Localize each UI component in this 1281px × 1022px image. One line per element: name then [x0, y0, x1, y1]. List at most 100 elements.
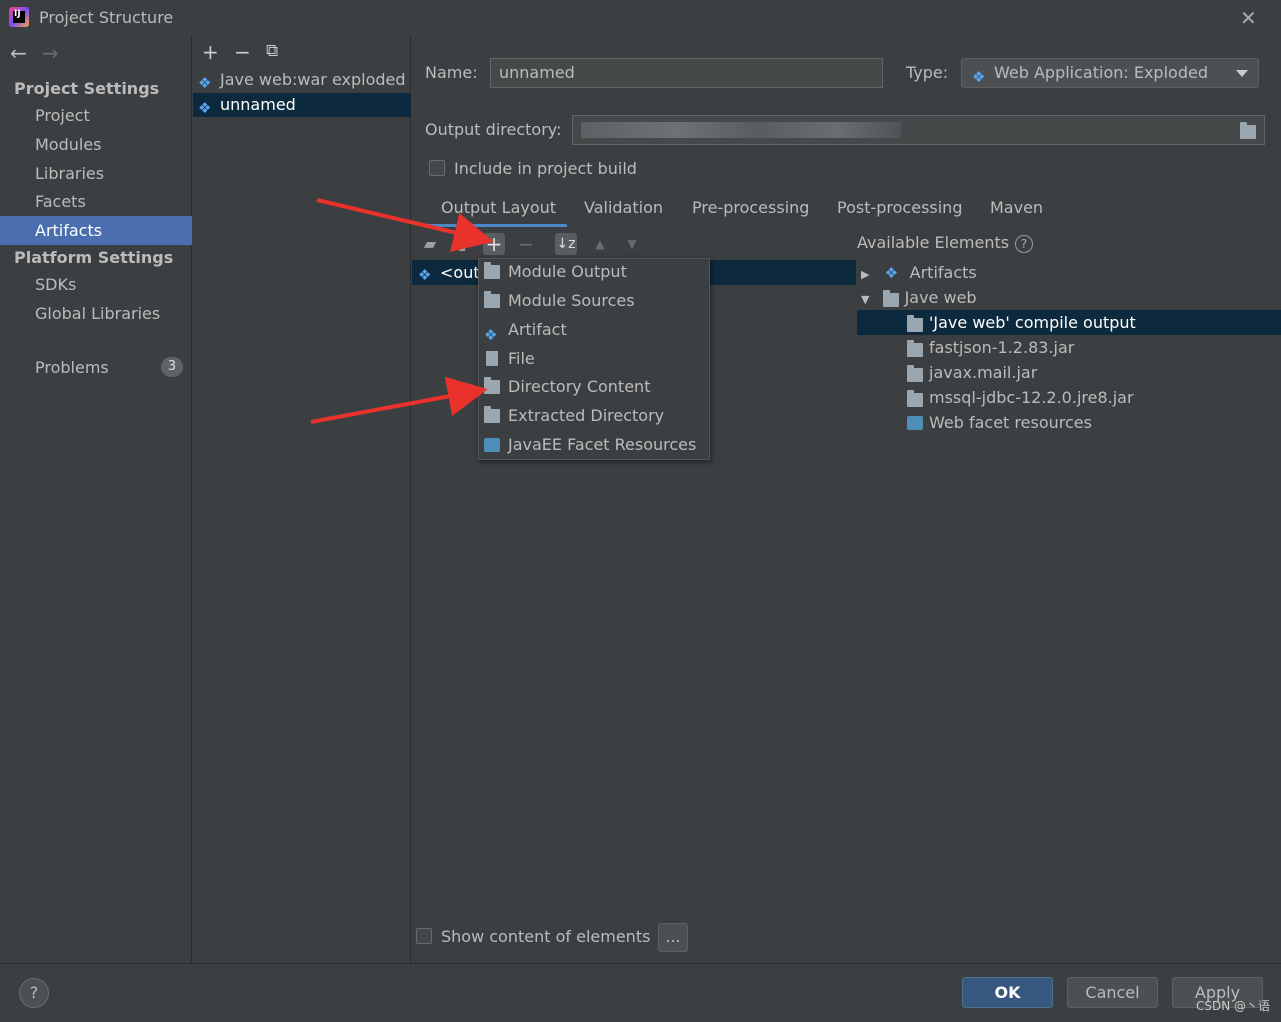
move-up-icon[interactable]: ▲ [589, 233, 611, 255]
module-folder-icon [883, 290, 899, 307]
menu-item-label: Directory Content [508, 377, 651, 396]
available-elements-title: Available Elements? [857, 233, 1034, 253]
available-tree-mssql-jdbc[interactable]: mssql-jdbc-12.2.0.jre8.jar [857, 385, 1281, 410]
tree-item-label: mssql-jdbc-12.2.0.jre8.jar [929, 388, 1134, 407]
show-content-checkbox[interactable] [416, 928, 432, 944]
sidebar-item-sdks[interactable]: SDKs [0, 270, 192, 299]
artifact-item-jave-web[interactable]: Jave web:war exploded [193, 68, 411, 95]
forward-arrow-icon[interactable]: → [42, 41, 59, 65]
artifact-item-unnamed[interactable]: unnamed [193, 93, 411, 120]
show-content-label: Show content of elements [441, 927, 651, 946]
help-button[interactable]: ? [19, 978, 49, 1008]
menu-item-artifact[interactable]: Artifact [478, 316, 710, 349]
tab-maven[interactable]: Maven [990, 198, 1043, 226]
menu-item-directory-content[interactable]: Directory Content [478, 373, 710, 402]
web-facet-icon [907, 416, 923, 430]
menu-item-label: Module Output [508, 262, 627, 281]
artifact-icon [198, 96, 212, 120]
javaee-facet-icon [484, 438, 500, 452]
add-artifact-button[interactable]: + [202, 40, 219, 64]
show-content-options-button[interactable]: ... [658, 923, 688, 952]
menu-item-javaee-facet[interactable]: JavaEE Facet Resources [478, 431, 710, 460]
menu-item-label: Module Sources [508, 291, 635, 310]
sidebar-item-project[interactable]: Project [0, 101, 192, 130]
project-settings-header: Project Settings [14, 79, 160, 98]
tab-pre-processing[interactable]: Pre-processing [692, 198, 809, 226]
menu-item-module-sources[interactable]: Module Sources [478, 287, 710, 316]
artifact-icon [885, 261, 899, 286]
remove-element-button[interactable]: − [515, 233, 537, 255]
include-build-checkbox[interactable] [429, 160, 445, 176]
add-copy-of-button[interactable]: + [483, 233, 505, 255]
sort-elements-icon[interactable]: ↓z [555, 233, 577, 255]
menu-item-label: File [508, 349, 535, 368]
title-bar [0, 0, 1281, 36]
module-sources-icon [484, 291, 500, 308]
module-output-icon [484, 262, 500, 279]
watermark: CSDN @丶语 [1196, 999, 1271, 1013]
available-tree-compile-output[interactable]: 'Jave web' compile output [857, 310, 1281, 335]
artifact-item-label: Jave web:war exploded [220, 70, 406, 89]
sidebar-item-libraries[interactable]: Libraries [0, 159, 192, 188]
new-directory-icon[interactable]: ▰ [419, 233, 441, 255]
menu-item-file[interactable]: File [478, 345, 710, 374]
sidebar-item-artifacts[interactable]: Artifacts [0, 216, 192, 245]
tab-output-layout[interactable]: Output Layout [441, 198, 556, 226]
output-root-icon [418, 263, 432, 288]
name-label: Name: [425, 63, 478, 82]
tree-item-label: Jave web [904, 288, 977, 307]
jar-folder-icon [907, 390, 923, 407]
redacted-path [581, 122, 901, 138]
tree-item-label: Web facet resources [929, 413, 1092, 432]
available-tree-javax-mail[interactable]: javax.mail.jar [857, 360, 1281, 385]
tab-validation[interactable]: Validation [584, 198, 663, 226]
cancel-button[interactable]: Cancel [1067, 977, 1158, 1008]
tree-item-label: 'Jave web' compile output [929, 313, 1136, 332]
copy-artifact-icon[interactable]: ⧉ [266, 41, 278, 61]
available-tree-jave-web[interactable]: ▼ Jave web [857, 285, 1281, 310]
problems-count-badge: 3 [161, 357, 183, 377]
sidebar-item-modules[interactable]: Modules [0, 130, 192, 159]
menu-item-label: JavaEE Facet Resources [508, 435, 697, 454]
type-value: Web Application: Exploded [994, 63, 1208, 82]
name-field[interactable]: unnamed [490, 58, 883, 88]
include-build-label: Include in project build [454, 159, 637, 178]
jar-folder-icon [907, 365, 923, 382]
extracted-directory-icon [484, 406, 500, 423]
tab-post-processing[interactable]: Post-processing [837, 198, 962, 226]
available-tree-web-facet[interactable]: Web facet resources [857, 410, 1281, 435]
sidebar-item-facets[interactable]: Facets [0, 187, 192, 216]
ok-button[interactable]: OK [962, 977, 1053, 1008]
help-icon[interactable]: ? [1015, 235, 1034, 253]
output-directory-label: Output directory: [425, 120, 562, 139]
collapse-arrow-icon: ▼ [861, 293, 870, 306]
web-app-icon [972, 63, 986, 91]
back-arrow-icon[interactable]: ← [10, 41, 27, 65]
menu-item-label: Extracted Directory [508, 406, 665, 425]
remove-artifact-button[interactable]: − [234, 40, 251, 64]
type-combobox[interactable]: Web Application: Exploded [961, 58, 1259, 91]
output-directory-field[interactable] [572, 115, 1265, 145]
close-icon[interactable]: ✕ [1240, 6, 1257, 30]
jar-folder-icon [907, 340, 923, 357]
active-tab-indicator [425, 224, 567, 227]
menu-item-extracted-directory[interactable]: Extracted Directory [478, 402, 710, 431]
available-tree-fastjson[interactable]: fastjson-1.2.83.jar [857, 335, 1281, 360]
artifact-item-label: unnamed [220, 95, 296, 114]
menu-item-module-output[interactable]: Module Output [478, 258, 710, 287]
new-archive-icon[interactable]: ▮ [451, 233, 473, 255]
artifact-list-panel [193, 36, 411, 963]
expand-arrow-icon: ▶ [861, 268, 870, 281]
available-elements-label: Available Elements [857, 233, 1010, 252]
window-title: Project Structure [39, 8, 174, 27]
sidebar-item-global-libraries[interactable]: Global Libraries [0, 299, 192, 328]
artifact-icon [484, 321, 498, 349]
tree-item-label: fastjson-1.2.83.jar [929, 338, 1075, 357]
output-root-label: <out [440, 263, 480, 282]
intellij-logo-icon: IJ [9, 7, 29, 27]
tree-item-label: javax.mail.jar [929, 363, 1038, 382]
available-tree-artifacts[interactable]: ▶ Artifacts [857, 260, 1281, 286]
browse-folder-icon[interactable] [1238, 120, 1258, 139]
move-down-icon[interactable]: ▼ [621, 233, 643, 255]
type-label: Type: [906, 63, 949, 82]
